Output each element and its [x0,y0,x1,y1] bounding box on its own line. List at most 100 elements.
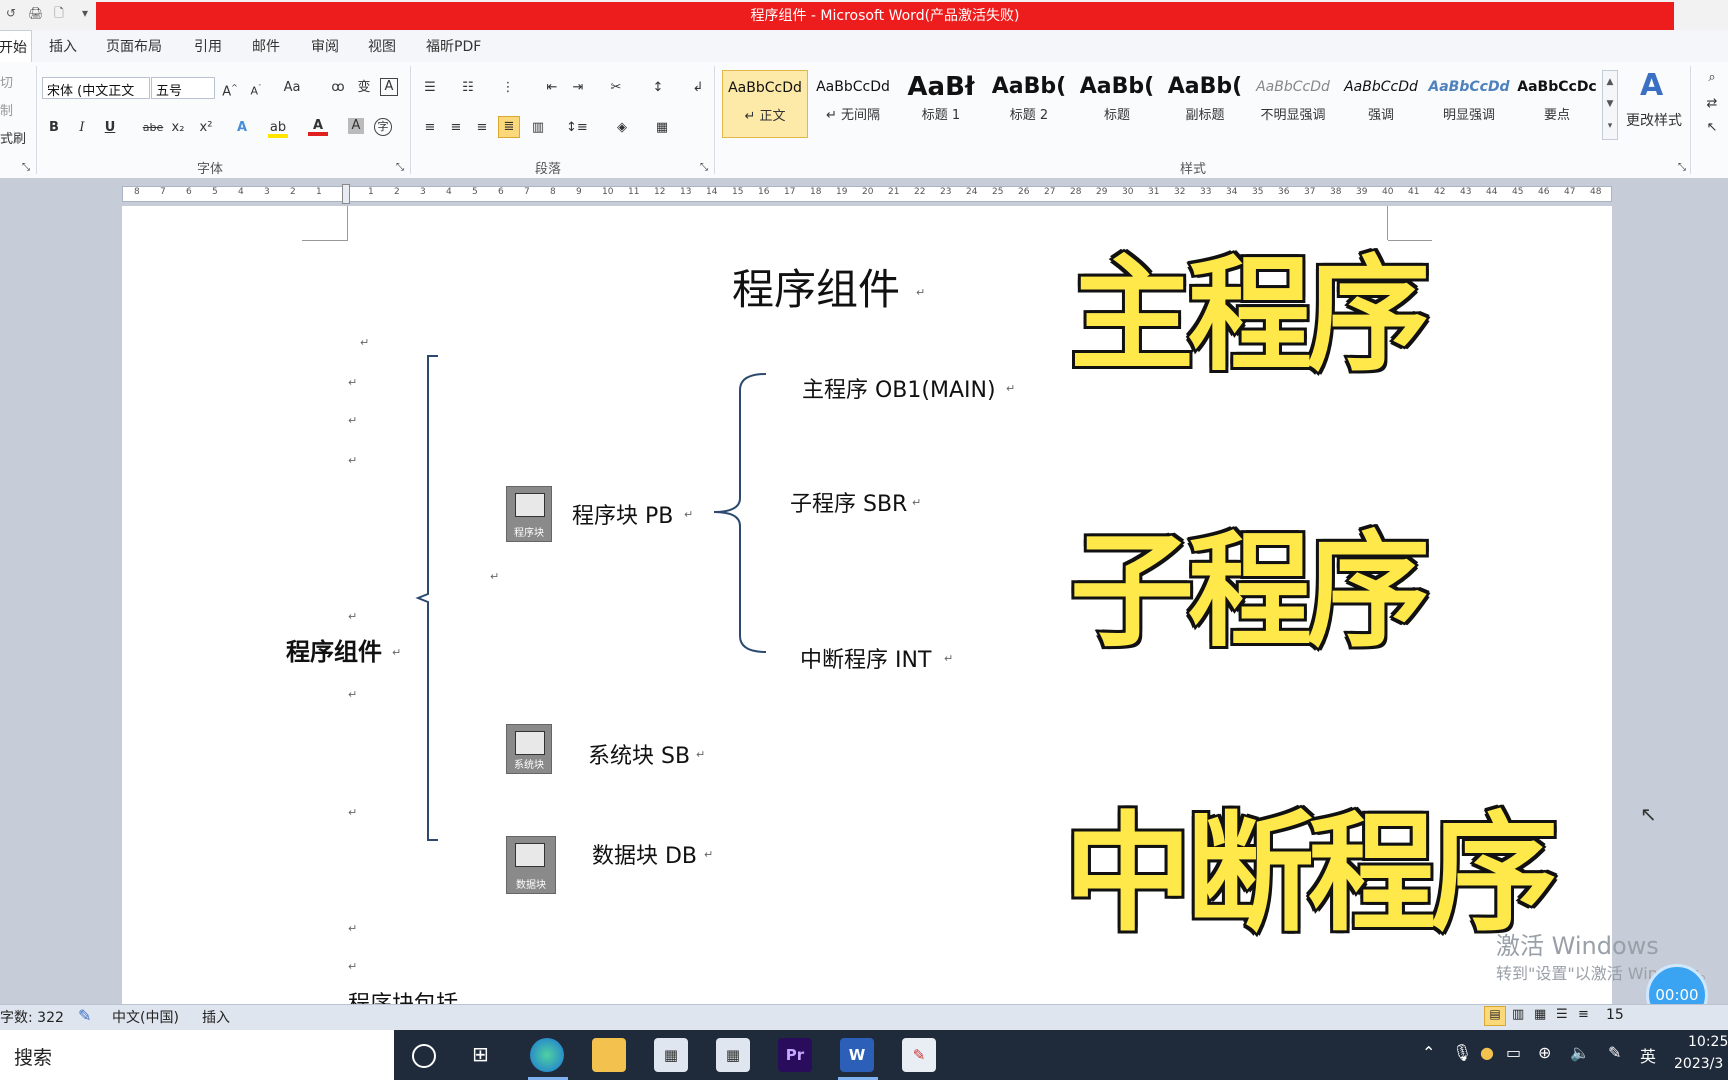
strikethrough-button[interactable]: abe [140,118,166,138]
shrink-font-icon[interactable]: Aˇ [246,78,266,98]
line-spacing-icon[interactable]: ↕≡ [566,118,588,138]
style-intense-emphasis[interactable]: AaBbCcDd 明显强调 [1426,70,1512,138]
print-layout-icon[interactable]: ▤ [1484,1006,1506,1026]
borders-icon[interactable]: ▦ [652,118,672,138]
network-icon[interactable]: ⊕ [1538,1043,1551,1062]
style-emphasis[interactable]: AaBbCcDd 强调 [1338,70,1424,138]
font-name-select[interactable]: 宋体 (中文正文 [42,77,150,99]
increase-indent-icon[interactable]: ⇥ [568,78,588,98]
task-view-icon[interactable]: ⊞ [472,1042,489,1066]
style-normal[interactable]: AaBbCcDd ↵ 正文 [722,70,808,138]
tab-review[interactable]: 审阅 [311,36,339,56]
tab-foxit-pdf[interactable]: 福昕PDF [426,36,481,56]
change-case-icon[interactable]: Aa [282,78,302,98]
bold-button[interactable]: B [44,118,64,138]
replace-icon[interactable]: ⇄ [1702,94,1722,114]
clock-time[interactable]: 10:25 [1688,1034,1728,1050]
style-subtitle[interactable]: AaBb( 副标题 [1162,70,1248,138]
find-icon[interactable]: ⌕ [1702,68,1722,88]
volume-icon[interactable]: 🔈 [1570,1043,1590,1062]
underline-button[interactable]: U [100,118,120,138]
web-layout-icon[interactable]: ▦ [1534,1007,1546,1022]
copy-button[interactable]: 制 [0,100,13,119]
justify-icon[interactable]: ≣ [498,116,520,138]
tab-insert[interactable]: 插入 [49,36,77,56]
zoom-level[interactable]: 15 [1606,1007,1624,1023]
char-border-icon[interactable]: A [380,78,398,96]
style-heading-2[interactable]: AaBb( 标题 2 [986,70,1072,138]
clock-date[interactable]: 2023/3 [1674,1056,1723,1072]
clear-format-icon[interactable]: ꝏ [328,78,348,98]
taskbar-search-box[interactable] [0,1030,394,1080]
sort-icon[interactable]: ↕ [648,78,668,98]
styles-launcher-icon[interactable]: ⤡ [1672,158,1692,178]
distributed-icon[interactable]: ▥ [528,118,548,138]
highlight-icon[interactable]: ab [268,118,288,138]
align-left-icon[interactable]: ≡ [420,118,440,138]
align-center-icon[interactable]: ≡ [446,118,466,138]
multilevel-list-icon[interactable]: ⋮ [498,78,518,98]
indent-marker[interactable] [342,184,350,204]
battery-icon[interactable]: ▭ [1506,1043,1521,1062]
superscript-button[interactable]: x² [196,118,216,138]
microphone-icon[interactable]: 🎙 [1452,1043,1472,1062]
align-right-icon[interactable]: ≡ [472,118,492,138]
tab-home[interactable]: 开始 [0,30,32,62]
customize-qat-icon[interactable]: ▾ [78,6,92,20]
edge-icon[interactable] [530,1038,564,1072]
outline-icon[interactable]: ☰ [1556,1007,1568,1022]
premiere-icon[interactable]: Pr [778,1038,812,1072]
style-title[interactable]: AaBb( 标题 [1074,70,1160,138]
word-icon[interactable]: W [840,1038,874,1072]
style-strong[interactable]: AaBbCcDc 要点 [1514,70,1600,138]
text-effects-icon[interactable]: A [232,118,252,138]
new-document-icon[interactable]: 🗋 [52,6,66,20]
font-size-select[interactable]: 五号 [151,77,215,99]
clipboard-launcher-icon[interactable]: ⤡ [16,158,36,178]
word-count[interactable]: 字数: 322 [0,1007,64,1027]
app-icon-2[interactable]: ▦ [716,1038,750,1072]
full-screen-reading-icon[interactable]: ▥ [1512,1007,1524,1022]
tray-app-icon[interactable]: ● [1480,1043,1494,1062]
input-language[interactable]: 英 [1640,1043,1656,1067]
font-color-icon[interactable]: A [308,116,328,136]
tab-view[interactable]: 视图 [368,36,396,56]
paint-icon[interactable]: ✎ [902,1038,936,1072]
file-explorer-icon[interactable] [592,1038,626,1072]
undo-icon[interactable]: ↺ [4,6,18,20]
style-no-spacing[interactable]: AaBbCcDd ↵ 无间隔 [810,70,896,138]
enclose-char-icon[interactable]: 字 [374,118,392,136]
tab-references[interactable]: 引用 [194,36,222,56]
numbering-icon[interactable]: ☷ [458,78,478,98]
phonetic-guide-icon[interactable]: 变 [354,78,374,98]
proofing-icon[interactable]: ✎ [78,1006,91,1025]
paragraph-launcher-icon[interactable]: ⤡ [694,158,714,178]
show-marks-icon[interactable]: ↲ [688,78,708,98]
select-icon[interactable]: ↖ [1702,118,1722,138]
style-subtle-emphasis[interactable]: AaBbCcDd 不明显强调 [1250,70,1336,138]
tab-mailings[interactable]: 邮件 [252,36,280,56]
tray-chevron-icon[interactable]: ⌃ [1422,1043,1435,1062]
language-indicator[interactable]: 中文(中国) [112,1007,179,1027]
char-shading-icon[interactable]: A [348,118,364,134]
app-icon-1[interactable]: ▦ [654,1038,688,1072]
font-launcher-icon[interactable]: ⤡ [390,158,410,178]
grow-font-icon[interactable]: A^ [220,78,240,99]
cut-button[interactable]: 切 [0,72,13,91]
pen-icon[interactable]: ✎ [1608,1043,1621,1062]
print-preview-icon[interactable]: 🖨 [28,6,43,20]
insert-mode[interactable]: 插入 [202,1007,230,1027]
change-styles-button[interactable]: 更改样式 [1626,110,1682,130]
format-painter-button[interactable]: 式刷 [0,128,26,147]
cortana-icon[interactable] [412,1044,436,1068]
change-styles-icon[interactable]: A [1640,68,1663,103]
styles-scroll[interactable]: ▲ ▼ ▾ [1602,70,1618,140]
draft-icon[interactable]: ≡ [1578,1007,1589,1022]
bullets-icon[interactable]: ☰ [420,78,440,98]
subscript-button[interactable]: x₂ [168,118,188,138]
shading-icon[interactable]: ◈ [612,118,632,138]
tab-page-layout[interactable]: 页面布局 [106,36,162,56]
decrease-indent-icon[interactable]: ⇤ [542,78,562,98]
italic-button[interactable]: I [72,118,92,138]
chinese-layout-icon[interactable]: ✂ [606,78,626,98]
